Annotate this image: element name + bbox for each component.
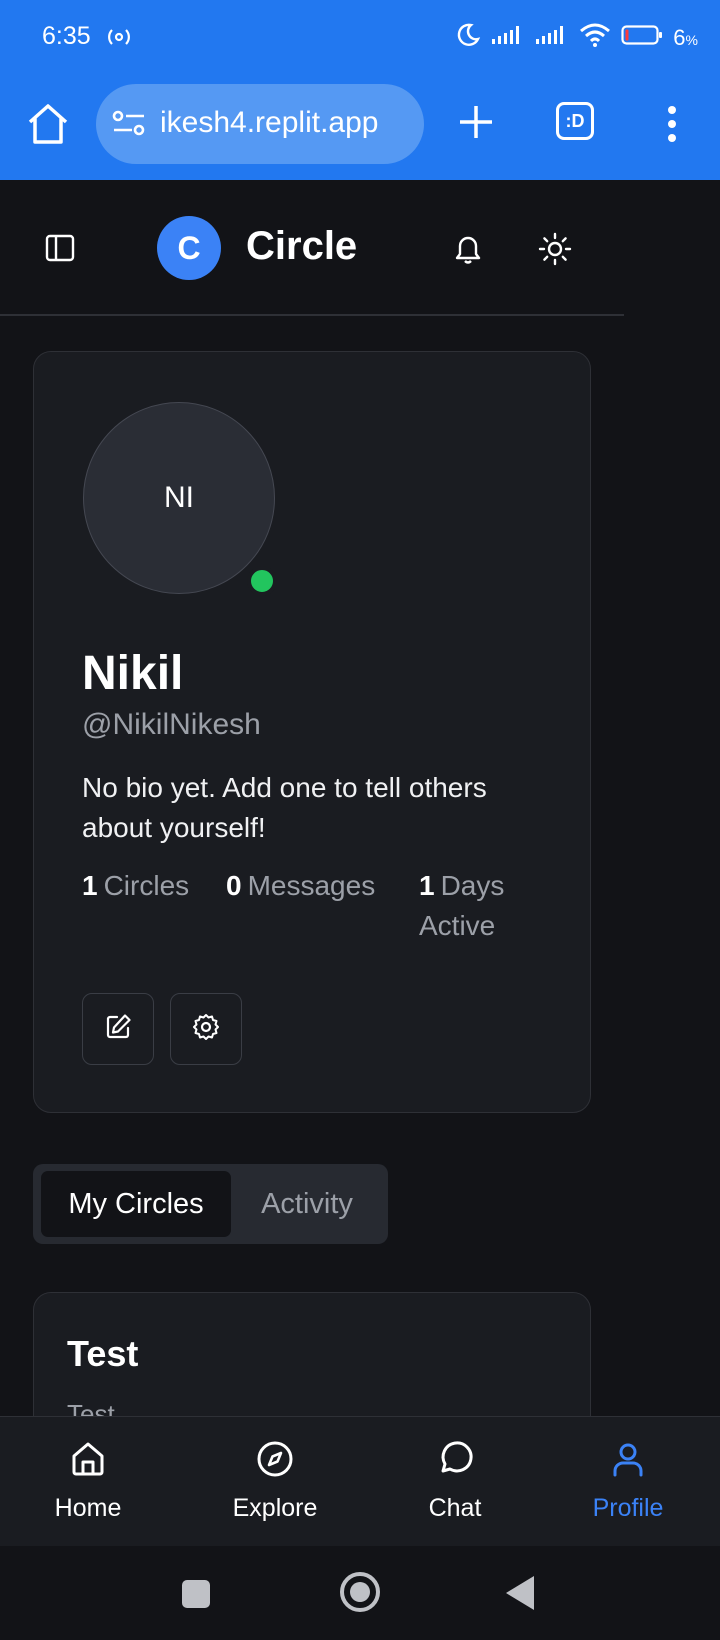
online-status-indicator (247, 566, 277, 596)
radio-icon (108, 26, 130, 53)
address-bar[interactable]: ikesh4.replit.app (96, 84, 424, 164)
nav-explore-label: Explore (232, 1494, 318, 1522)
tab-my-circles[interactable]: My Circles (41, 1171, 231, 1237)
status-bar: 6:35 6% (0, 0, 720, 78)
nav-profile[interactable]: Profile (548, 1439, 708, 1523)
system-home-button[interactable] (340, 1572, 380, 1612)
sun-icon[interactable] (538, 232, 572, 271)
edit-icon (103, 1012, 133, 1047)
new-tab-button[interactable] (456, 100, 496, 144)
profile-bio: No bio yet. Add one to tell others about… (82, 772, 487, 843)
browser-menu-button[interactable] (658, 102, 686, 146)
stat-circles-value: 1 (82, 870, 98, 901)
gear-icon (191, 1012, 221, 1047)
edit-profile-button[interactable] (82, 993, 154, 1065)
sidebar-icon[interactable] (44, 232, 76, 269)
wifi-icon (579, 23, 611, 52)
profile-name: Nikil (82, 647, 184, 700)
app-logo: C (157, 216, 221, 280)
stat-messages-label: Messages (247, 870, 376, 901)
profile-card: NI Nikil @NikilNikesh No bio yet. Add on… (33, 351, 591, 1113)
tab-switcher-button[interactable]: :D (556, 102, 594, 140)
moon-icon (455, 22, 481, 53)
stat-days-active: 1 Days Active (419, 866, 529, 946)
stat-days-value: 1 (419, 870, 435, 901)
recent-apps-button[interactable] (182, 1580, 210, 1608)
signal-icon-2 (535, 24, 569, 51)
status-time: 6:35 (42, 22, 91, 50)
profile-tabs: My Circles Activity (33, 1164, 388, 1244)
app-header: C Circle (0, 180, 624, 316)
profile-handle: @NikilNikesh (82, 708, 261, 741)
site-settings-icon[interactable] (112, 108, 146, 143)
stat-circles: 1 Circles (82, 866, 189, 906)
browser-home-button[interactable] (24, 102, 72, 146)
back-button[interactable] (506, 1576, 534, 1610)
screen: 6:35 6% ikesh4.replit.app:D C Circle NI… (0, 0, 720, 1640)
url-row: ikesh4.replit.app :D (0, 82, 720, 166)
circle-title: Test (67, 1333, 139, 1374)
system-nav-bar (0, 1546, 720, 1640)
nav-home[interactable]: Home (8, 1439, 168, 1523)
url-text: ikesh4.replit.app (160, 106, 379, 139)
nav-profile-label: Profile (592, 1494, 664, 1522)
stat-circles-label: Circles (103, 870, 190, 901)
avatar[interactable]: NI (83, 402, 275, 594)
app-title: Circle (246, 224, 358, 268)
signal-icon (491, 24, 525, 51)
nav-chat-label: Chat (428, 1494, 482, 1522)
compass-icon (255, 1439, 295, 1484)
browser-chrome: 6:35 6% ikesh4.replit.app:D (0, 0, 720, 180)
bell-icon[interactable] (452, 232, 484, 271)
stat-messages: 0 Messages (226, 866, 375, 906)
tab-activity[interactable]: Activity (233, 1171, 381, 1237)
battery-percent: 6% (673, 24, 698, 50)
bottom-nav: Home Explore Chat Profile (0, 1416, 720, 1546)
nav-home-label: Home (54, 1494, 122, 1522)
battery-icon (621, 24, 663, 51)
profile-settings-button[interactable] (170, 993, 242, 1065)
stat-messages-value: 0 (226, 870, 242, 901)
user-icon (608, 1439, 648, 1484)
chat-bubble-icon (435, 1439, 475, 1484)
nav-chat[interactable]: Chat (375, 1439, 535, 1523)
home-icon (68, 1439, 108, 1484)
status-icons: 6% (455, 22, 698, 53)
nav-explore[interactable]: Explore (195, 1439, 355, 1523)
